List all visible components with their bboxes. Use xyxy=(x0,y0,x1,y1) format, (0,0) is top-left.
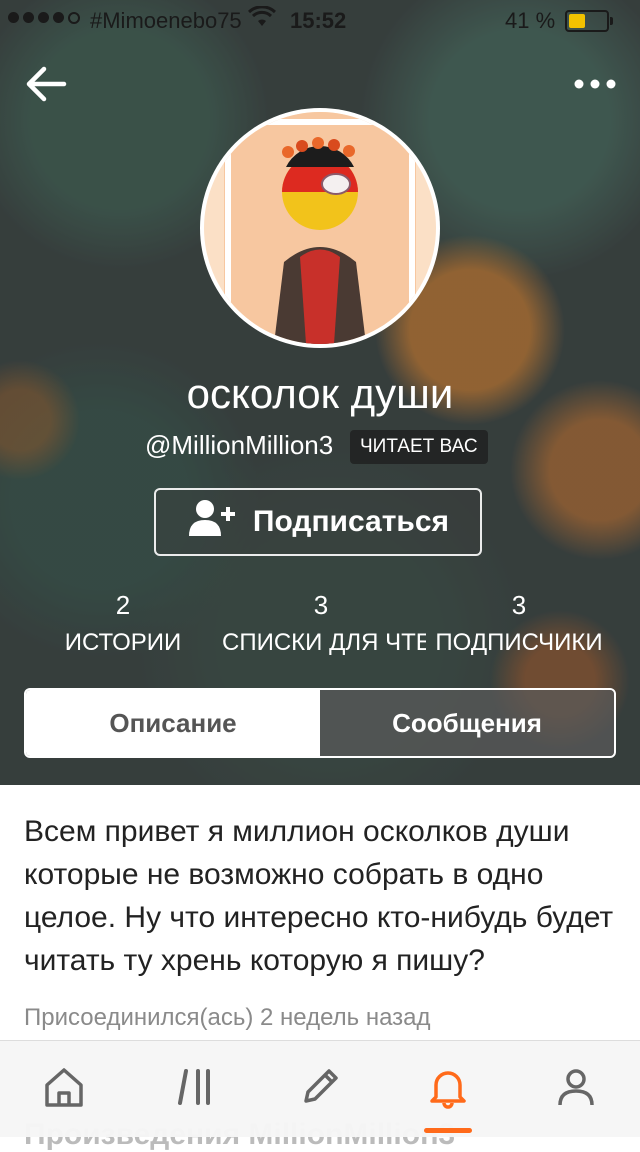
follow-button[interactable]: Подписаться xyxy=(154,488,482,556)
stat-label: ИСТОРИИ xyxy=(64,629,182,656)
stat-followers[interactable]: 3 ПОДПИСЧИКИ xyxy=(414,590,624,657)
avatar[interactable] xyxy=(200,108,440,348)
stat-count: 2 xyxy=(115,590,131,620)
nav-notifications[interactable] xyxy=(418,1061,478,1117)
tab-description[interactable]: Описание xyxy=(26,690,320,756)
nav-write[interactable] xyxy=(290,1061,350,1117)
profile-description: Всем привет я миллион осколков души кото… xyxy=(24,815,614,977)
tab-messages[interactable]: Сообщения xyxy=(320,690,614,756)
clock: 15:52 xyxy=(290,8,347,33)
stat-label: ПОДПИСЧИКИ xyxy=(435,629,603,656)
profile-display-name: осколок души xyxy=(186,370,454,417)
stat-count: 3 xyxy=(313,590,329,620)
library-icon xyxy=(172,1065,216,1114)
profile-tabs: Описание Сообщения xyxy=(24,688,616,758)
wifi-icon xyxy=(247,5,277,34)
nav-profile[interactable] xyxy=(546,1061,606,1117)
profile-header: #Mimoenebo75 15:52 41 % осколок души @Mi… xyxy=(0,0,640,785)
profile-username: @MillionMillion3 xyxy=(145,430,334,460)
follow-button-label: Подписаться xyxy=(252,505,450,538)
bell-icon xyxy=(426,1065,470,1114)
person-icon xyxy=(554,1065,598,1114)
pencil-icon xyxy=(298,1065,342,1114)
stat-label: СПИСКИ ДЛЯ ЧТЕНИЯ xyxy=(222,629,426,656)
joined-date: Присоединился(ась) 2 недель назад xyxy=(24,1004,431,1031)
nav-library[interactable] xyxy=(164,1061,224,1117)
more-options-icon[interactable] xyxy=(570,72,620,96)
battery-icon xyxy=(565,10,613,32)
carrier-name: #Mimoenebo75 xyxy=(90,8,242,33)
nav-home[interactable] xyxy=(34,1061,94,1117)
back-arrow-icon[interactable] xyxy=(22,60,70,108)
signal-strength-icon xyxy=(8,12,80,24)
stat-count: 3 xyxy=(511,590,527,620)
battery-percent: 41 % xyxy=(505,8,556,33)
stat-reading-lists[interactable]: 3 СПИСКИ ДЛЯ ЧТЕНИЯ xyxy=(216,590,426,657)
home-icon xyxy=(42,1065,86,1114)
follows-you-badge: ЧИТАЕТ ВАС xyxy=(350,430,488,464)
active-tab-indicator xyxy=(424,1128,472,1133)
add-user-icon xyxy=(187,498,237,546)
stat-stories[interactable]: 2 ИСТОРИИ xyxy=(18,590,228,657)
status-bar: #Mimoenebo75 15:52 41 % xyxy=(0,0,640,40)
bottom-navigation xyxy=(0,1040,640,1137)
